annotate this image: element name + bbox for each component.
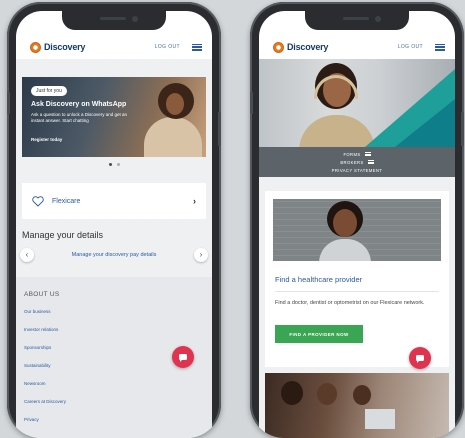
main-content: Find a healthcare provider Find a doctor… (259, 177, 455, 438)
laptop-graphic (365, 409, 395, 429)
footer-link-our-business[interactable]: Our business (24, 309, 212, 314)
flexicare-card[interactable]: Flexicare › (22, 183, 206, 219)
menu-toggle-icon[interactable] (367, 160, 374, 164)
menu-item-brokers-label: BROKERS (340, 159, 364, 165)
chat-button[interactable] (172, 346, 194, 368)
chat-button[interactable] (409, 347, 431, 369)
carousel-prev-button[interactable]: ‹ (20, 248, 34, 262)
phone-right: Discovery LOG OUT FORMS BROKERS PRIVACY … (250, 2, 464, 438)
banner-person-body (144, 117, 202, 157)
carousel-next-button[interactable]: › (194, 248, 208, 262)
brand-name: Discovery (287, 42, 329, 52)
volume-button (250, 92, 253, 114)
secondary-photo (265, 373, 449, 438)
footer-link-investor-relations[interactable]: Investor relations (24, 327, 212, 332)
manage-details-row: ‹ Manage your discovery pay details › (20, 245, 208, 265)
hero-image (259, 59, 455, 147)
nav-menu: FORMS BROKERS PRIVACY STATEMENT (259, 147, 455, 177)
power-button (218, 112, 221, 146)
power-button (461, 112, 464, 146)
card-divider (275, 291, 439, 292)
banner-text: Ask a question to unlock a Discovery and… (31, 112, 128, 123)
photo-person-3 (353, 385, 371, 405)
manage-details-title: Manage your details (22, 230, 104, 240)
discovery-logo[interactable]: Discovery (30, 41, 86, 53)
carousel-dots (16, 163, 212, 166)
chat-bubble-icon (179, 354, 187, 362)
brand-name: Discovery (44, 42, 86, 52)
banner-title: Ask Discovery on WhatsApp (31, 101, 127, 108)
photo-person-1 (281, 381, 303, 405)
footer-link-careers[interactable]: Careers at Discovery (24, 399, 212, 404)
menu-item-privacy-statement[interactable]: PRIVACY STATEMENT (332, 168, 383, 173)
menu-item-forms[interactable]: FORMS (343, 151, 371, 157)
discovery-logo-icon (273, 41, 284, 53)
discovery-logo[interactable]: Discovery (273, 41, 329, 53)
promo-banner[interactable]: Just for you Ask Discovery on WhatsApp A… (22, 77, 206, 157)
card-person-face (333, 209, 357, 237)
banner-tag: Just for you (31, 86, 67, 96)
phone-notch (62, 11, 166, 30)
provider-card-title[interactable]: Find a healthcare provider (275, 275, 362, 284)
main-content: Just for you Ask Discovery on WhatsApp A… (16, 59, 212, 438)
logout-link[interactable]: LOG OUT (155, 44, 180, 50)
app-header: Discovery LOG OUT (16, 37, 212, 57)
volume-button (7, 92, 10, 114)
flexicare-label: Flexicare (52, 197, 81, 205)
carousel-dot-2[interactable] (116, 163, 120, 166)
banner-register-link[interactable]: Register today (31, 137, 62, 142)
phone-left-screen: Discovery LOG OUT Just for you Ask Disco… (16, 11, 212, 438)
menu-item-brokers[interactable]: BROKERS (340, 159, 374, 165)
find-provider-button[interactable]: FIND A PROVIDER NOW (275, 325, 363, 343)
phone-right-screen: Discovery LOG OUT FORMS BROKERS PRIVACY … (259, 11, 455, 438)
heart-icon (32, 195, 44, 207)
app-header: Discovery LOG OUT (259, 37, 455, 57)
chat-bubble-icon (416, 355, 424, 363)
chevron-right-icon: › (193, 196, 196, 206)
logout-link[interactable]: LOG OUT (398, 44, 423, 50)
manage-pay-details-link[interactable]: Manage your discovery pay details (72, 252, 157, 258)
menu-toggle-icon[interactable] (364, 152, 371, 156)
menu-item-forms-label: FORMS (343, 151, 361, 157)
card-person-body (319, 239, 371, 261)
banner-person-face (166, 93, 184, 115)
teal-accent-shape-dark (395, 99, 455, 147)
healthcare-provider-card: Find a healthcare provider Find a doctor… (265, 191, 449, 367)
footer-link-newsroom[interactable]: Newsroom (24, 381, 212, 386)
provider-card-text: Find a doctor, dentist or optometrist on… (275, 300, 425, 306)
carousel-dot-1[interactable] (108, 163, 112, 166)
photo-person-2 (317, 383, 337, 405)
footer-link-privacy[interactable]: Privacy (24, 417, 212, 422)
discovery-logo-icon (30, 41, 41, 53)
footer-title: ABOUT US (24, 291, 60, 298)
phone-notch (305, 11, 409, 30)
phone-left: Discovery LOG OUT Just for you Ask Disco… (7, 2, 221, 438)
hamburger-menu-icon[interactable] (192, 43, 202, 51)
provider-card-image (273, 199, 441, 261)
hamburger-menu-icon[interactable] (435, 43, 445, 51)
hero-person-body (299, 115, 375, 147)
